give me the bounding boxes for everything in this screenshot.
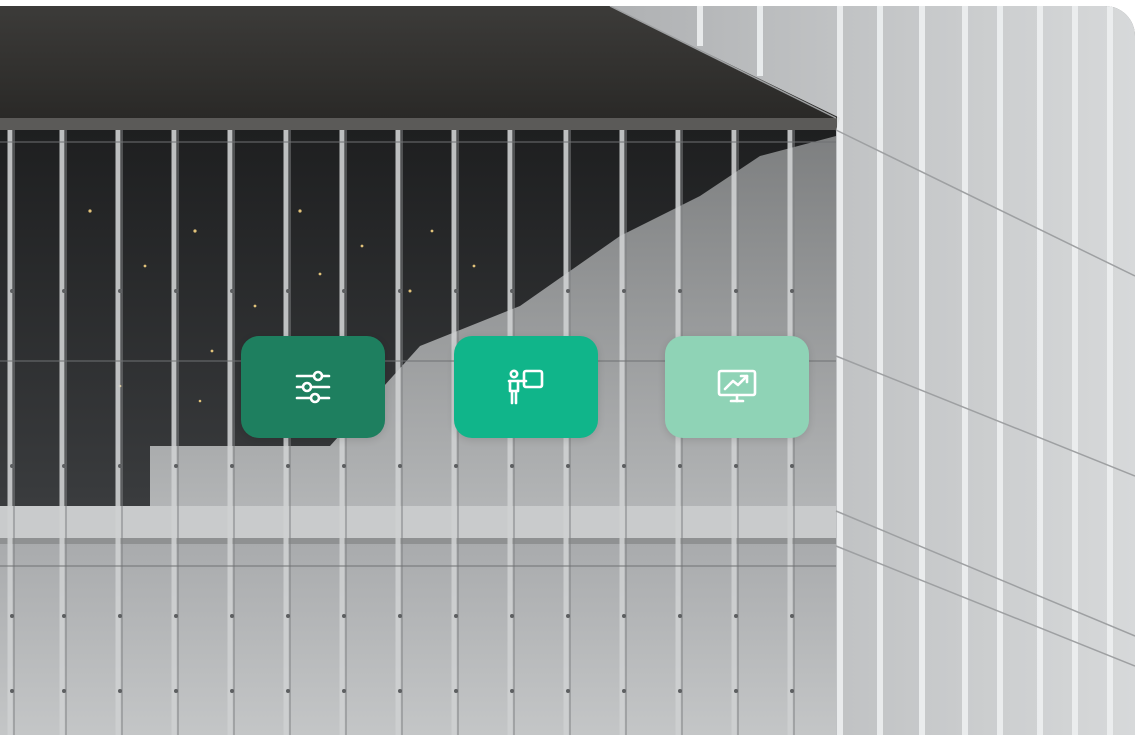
presentation-icon xyxy=(507,369,544,405)
presentation-tile[interactable] xyxy=(454,336,598,438)
settings-tile[interactable] xyxy=(241,336,385,438)
feature-tiles xyxy=(0,6,1135,735)
sliders-icon xyxy=(295,370,331,404)
analytics-tile[interactable] xyxy=(665,336,809,438)
hero-image xyxy=(0,6,1135,735)
analytics-monitor-icon xyxy=(717,369,757,403)
